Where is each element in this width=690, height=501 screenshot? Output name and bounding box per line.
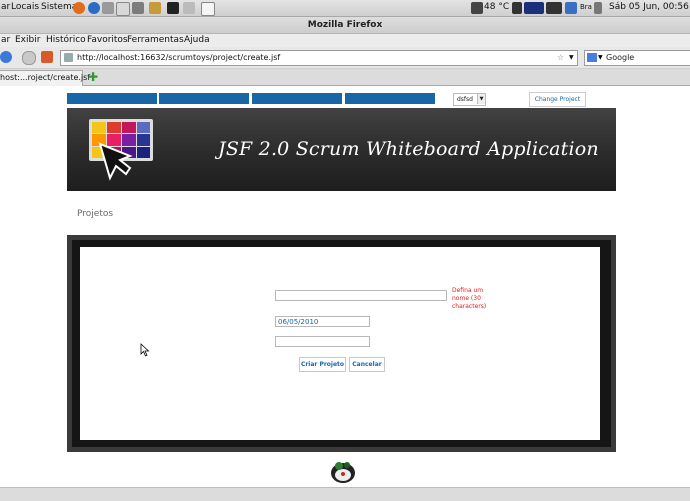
stop-icon[interactable] [22, 51, 36, 65]
search-box[interactable]: ▼ Google [584, 50, 690, 66]
mail-icon[interactable] [102, 2, 114, 14]
folder-icon[interactable] [149, 2, 161, 14]
window-title: Mozilla Firefox [0, 17, 690, 34]
clock[interactable]: Sáb 05 Jun, 00:56 [609, 2, 689, 12]
cpu-icon [471, 2, 483, 14]
status-bar [0, 487, 690, 501]
third-input[interactable] [275, 336, 370, 347]
menu-historico[interactable]: Histórico [46, 35, 86, 45]
tab-create-project[interactable]: host:...roject/create.jsf [0, 70, 90, 86]
firefox-icon[interactable] [73, 2, 85, 14]
tab-bar [0, 69, 690, 86]
tool-icon[interactable] [132, 2, 144, 14]
scrum-board-logo-icon [89, 119, 153, 181]
banner-title: JSF 2.0 Scrum Whiteboard Application [218, 138, 599, 160]
terminal-icon[interactable] [167, 2, 179, 14]
new-tab-icon[interactable]: ✚ [88, 71, 98, 83]
section-title: Projetos [77, 209, 114, 219]
url-text: http://localhost:16632/scrumtoys/project… [77, 53, 281, 62]
browser-icon[interactable] [88, 2, 100, 14]
start-date-input[interactable]: 06/05/2010 [275, 316, 370, 327]
system-panel: ar Locais Sistema 48 °C Bra Sáb 05 Jun, … [0, 0, 690, 17]
network-icon[interactable] [565, 2, 577, 14]
temperature-readout: 48 °C [484, 2, 510, 12]
site-icon [64, 53, 73, 62]
url-bar[interactable]: http://localhost:16632/scrumtoys/project… [60, 50, 578, 66]
mouse-cursor-icon [140, 343, 150, 357]
cancel-button[interactable]: Cancelar [349, 357, 385, 372]
nav-block-1[interactable] [67, 93, 157, 104]
screen-icon[interactable] [183, 2, 195, 14]
menu-favoritos[interactable]: Favoritos [87, 35, 128, 45]
monitor-icon [512, 2, 522, 14]
keyboard-layout[interactable]: Bra [580, 3, 592, 11]
menu-locais[interactable]: Locais [11, 2, 39, 12]
change-project-button[interactable]: Change Project [529, 92, 586, 107]
nav-block-2[interactable] [159, 93, 249, 104]
tab-label: host:...roject/create.jsf [0, 73, 91, 82]
menu-aplicacoes-partial[interactable]: ar [1, 2, 10, 12]
search-placeholder: Google [606, 53, 635, 62]
menu-sistema[interactable]: Sistema [41, 2, 77, 12]
app-icon[interactable] [116, 2, 130, 16]
menu-ferramentas[interactable]: Ferramentas [127, 35, 184, 45]
volume-icon[interactable] [594, 2, 602, 14]
nav-block-4[interactable] [345, 93, 435, 104]
bookmark-star-icon[interactable]: ☆ [557, 51, 564, 65]
menu-arquivo-partial[interactable]: ar [1, 35, 10, 45]
select-arrow-icon[interactable]: ▼ [477, 94, 485, 104]
google-icon[interactable] [587, 53, 597, 62]
search-engine-dropdown-icon[interactable]: ▼ [598, 51, 603, 65]
load-graph-icon [546, 2, 562, 14]
url-dropdown-icon[interactable]: ▼ [569, 51, 574, 65]
duke-mascot-icon [331, 462, 355, 483]
nav-block-3[interactable] [252, 93, 342, 104]
project-select-value: dsfsd [457, 96, 473, 103]
menu-ajuda[interactable]: Ajuda [184, 35, 210, 45]
menu-exibir[interactable]: Exibir [15, 35, 40, 45]
home-icon[interactable] [41, 51, 53, 63]
network-graph-icon [524, 2, 544, 14]
name-error-message: Defina um nome (30 characters) [452, 287, 487, 310]
project-name-input[interactable] [275, 290, 447, 301]
menubar: ar Exibir Histórico Favoritos Ferramenta… [0, 34, 690, 47]
create-project-button[interactable]: Criar Projeto [299, 357, 346, 372]
project-select[interactable]: dsfsd ▼ [453, 93, 486, 106]
forward-icon[interactable] [0, 51, 12, 63]
document-icon[interactable] [201, 2, 215, 16]
